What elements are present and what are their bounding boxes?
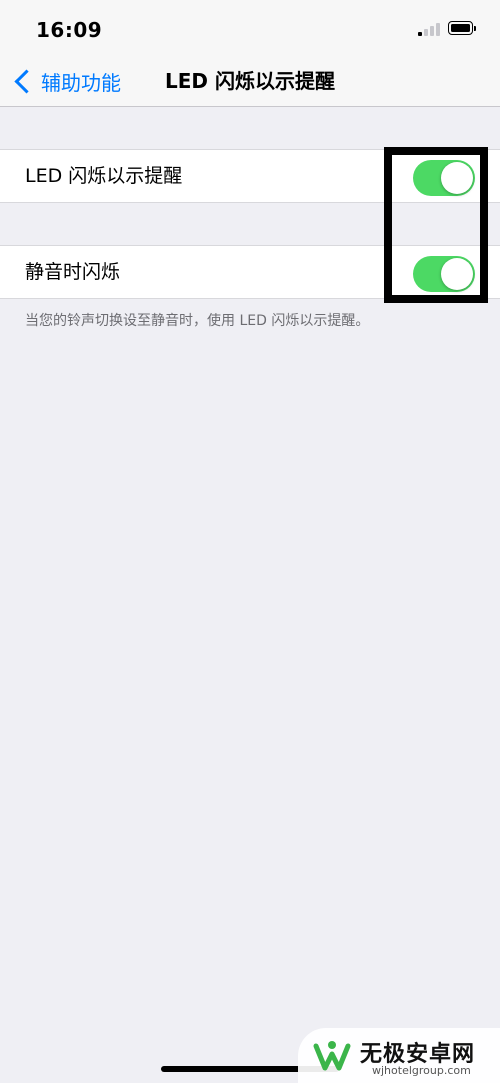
setting-row-flash-on-silent: 静音时闪烁 [0,245,500,299]
toggle-knob [441,258,473,290]
setting-row-led-flash: LED 闪烁以示提醒 [0,149,500,203]
setting-label-flash-on-silent: 静音时闪烁 [25,261,121,283]
back-button-label: 辅助功能 [41,70,121,95]
led-flash-toggle[interactable] [413,160,475,196]
chevron-left-icon [14,68,39,94]
status-time: 16:09 [36,18,103,42]
watermark-url: wjhotelgroup.com [372,1064,471,1077]
flash-on-silent-toggle[interactable] [413,256,475,292]
battery-icon [448,21,478,37]
toggle-knob [441,162,473,194]
footer-note: 当您的铃声切换设至静音时，使用 LED 闪烁以示提醒。 [25,313,370,329]
setting-label-led-flash: LED 闪烁以示提醒 [25,165,183,187]
navigation-bar: 辅助功能 LED 闪烁以示提醒 [0,56,500,107]
watermark: 无极安卓网 wjhotelgroup.com [298,1028,500,1083]
status-bar: 16:09 [0,0,500,56]
watermark-logo-icon [313,1041,351,1071]
signal-bars-icon [418,22,440,36]
back-button[interactable]: 辅助功能 [12,64,121,98]
